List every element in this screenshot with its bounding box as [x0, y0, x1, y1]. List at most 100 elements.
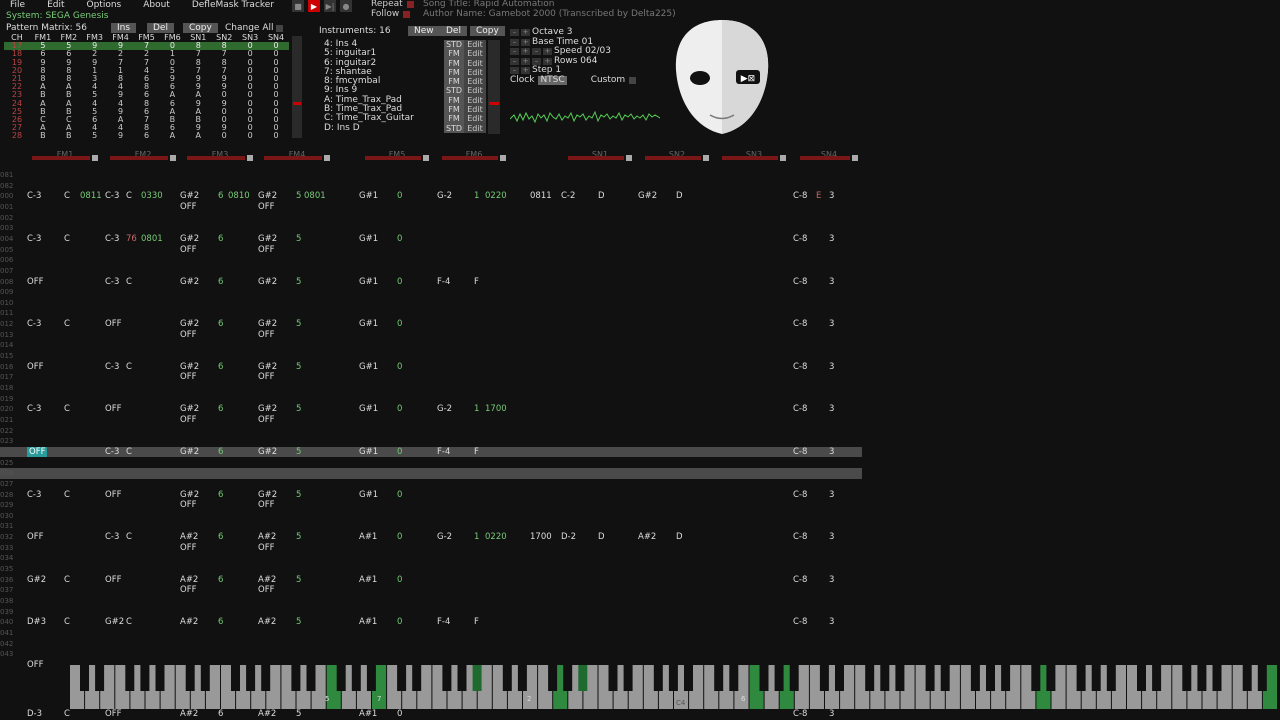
pattern-cell[interactable]: G#2 — [105, 617, 124, 628]
piano-black-key[interactable] — [835, 665, 844, 691]
pattern-cell[interactable]: A#2 — [258, 617, 276, 628]
matrix-cell[interactable]: 5 — [82, 132, 108, 140]
instrument-type-button[interactable]: FM — [444, 77, 464, 87]
pattern-cell[interactable]: E — [816, 191, 821, 202]
pattern-cell[interactable]: 6 — [218, 709, 223, 719]
piano-black-key[interactable] — [819, 665, 829, 691]
pattern-cell[interactable]: G#2 — [180, 319, 199, 330]
step-minus[interactable]: – — [510, 67, 519, 75]
piano-black-key[interactable] — [291, 665, 301, 691]
pattern-cell[interactable]: G#1 — [359, 319, 378, 330]
pattern-cell[interactable]: 3 — [829, 709, 834, 719]
pattern-cell[interactable]: C — [126, 277, 132, 288]
pattern-cell[interactable]: 3 — [829, 362, 834, 373]
pattern-cell[interactable]: G#2 — [258, 234, 277, 245]
menu-about[interactable]: About — [143, 0, 170, 10]
pattern-cell[interactable]: 1 — [474, 404, 479, 415]
piano-black-key[interactable] — [397, 665, 407, 691]
pattern-cell[interactable]: C-3 — [105, 191, 119, 202]
matrix-copy-button[interactable]: Copy — [183, 23, 218, 33]
play-button[interactable]: ▶ — [308, 0, 320, 12]
piano-black-key[interactable] — [1046, 665, 1056, 691]
pattern-cell[interactable]: C — [64, 234, 70, 245]
pattern-cell[interactable]: C-8 — [793, 709, 807, 719]
pattern-cell[interactable]: 0 — [397, 575, 402, 586]
instrument-edit-button[interactable]: Edit — [464, 67, 486, 78]
pattern-cell[interactable]: 0 — [397, 234, 402, 245]
pattern-cell[interactable]: A#2 — [258, 709, 276, 719]
pattern-cell[interactable]: C — [126, 362, 132, 373]
pattern-row[interactable]: C-3 C OFF G#2 6 G#2 5 G#1 0 C-8 3 — [0, 490, 862, 501]
piano-black-key[interactable] — [155, 665, 165, 691]
pattern-cell[interactable]: 0801 — [141, 234, 163, 245]
pattern-cell[interactable]: C-3 — [105, 277, 119, 288]
pattern-cell[interactable]: 3 — [829, 447, 834, 458]
channel-header[interactable]: FM2 — [110, 150, 176, 164]
change-all-option[interactable]: Change All — [225, 23, 284, 33]
pattern-cell[interactable]: 6 — [218, 490, 223, 501]
pattern-cell[interactable]: C-3 — [105, 447, 119, 458]
pattern-cell[interactable]: 0811 — [530, 191, 552, 202]
piano-black-key[interactable] — [140, 665, 150, 691]
pattern-row[interactable]: OFF OFF — [0, 500, 862, 511]
pattern-cell[interactable]: 0810 — [228, 191, 250, 202]
pattern-cell[interactable]: G#2 — [180, 234, 199, 245]
pattern-cell[interactable]: C-8 — [793, 191, 807, 202]
pattern-cell[interactable]: 1700 — [485, 404, 507, 415]
piano-black-key[interactable] — [457, 665, 467, 691]
instrument-edit-button[interactable]: Edit — [464, 58, 486, 68]
matrix-cell[interactable]: 9 — [108, 132, 134, 140]
piano-black-key[interactable] — [759, 665, 769, 691]
pattern-row[interactable]: C-3 C C-3 76 0801 G#2 6 G#2 5 G#1 0 C-8 3 — [0, 234, 862, 245]
pattern-cell[interactable]: A#1 — [359, 617, 377, 628]
pattern-cell[interactable]: 0220 — [485, 191, 507, 202]
pattern-cell[interactable]: 3 — [829, 532, 834, 543]
pattern-cell[interactable]: OFF — [180, 585, 196, 596]
pattern-cell[interactable]: A#2 — [180, 532, 198, 543]
pattern-cell[interactable]: A#2 — [258, 532, 276, 543]
pattern-cell[interactable]: 0 — [397, 319, 402, 330]
instrument-edit-button[interactable]: Edit — [464, 123, 486, 133]
step-plus[interactable]: + — [521, 67, 530, 75]
channel-header[interactable]: FM3 — [187, 150, 253, 164]
pattern-cell[interactable]: OFF — [180, 500, 196, 511]
instrument-edit-button[interactable]: Edit — [464, 86, 486, 96]
matrix-cell[interactable]: A — [185, 132, 211, 140]
pattern-cell[interactable]: D — [598, 191, 605, 202]
pattern-cell[interactable]: OFF — [27, 660, 43, 671]
pattern-cell[interactable]: G#2 — [638, 191, 657, 202]
pattern-row[interactable]: OFF OFF — [0, 585, 862, 596]
pattern-cell[interactable]: G#2 — [258, 447, 277, 458]
pattern-cell[interactable]: 1 — [474, 191, 479, 202]
pattern-row[interactable]: C-3 C 0811 C-3 C 0330 G#2 6 0810 G#2 5 0801 G#1 0 G-2 1… — [0, 191, 862, 202]
piano-black-key[interactable] — [502, 665, 512, 691]
channel-header[interactable]: SN3 — [722, 150, 786, 164]
follow-checkbox[interactable] — [403, 10, 411, 18]
pattern-cell[interactable]: C-3 — [27, 191, 41, 202]
pattern-cell[interactable]: OFF — [180, 330, 196, 341]
pattern-cell[interactable]: 76 — [126, 234, 137, 245]
piano-keyboard[interactable]: 5 7 2 6 C4 — [70, 665, 1280, 709]
matrix-del-button[interactable]: Del — [147, 23, 174, 33]
pattern-cell[interactable]: F-4 — [437, 447, 450, 458]
pattern-cell[interactable]: A#2 — [180, 709, 198, 719]
pattern-cell[interactable]: G#2 — [180, 404, 199, 415]
pattern-cell[interactable]: G#1 — [359, 490, 378, 501]
piano-black-key[interactable] — [789, 665, 799, 691]
pattern-cell[interactable]: 1700 — [530, 532, 552, 543]
pattern-cell[interactable]: C-8 — [793, 234, 807, 245]
instrument-type-button[interactable]: STD — [444, 123, 464, 133]
pattern-cell[interactable]: OFF — [27, 362, 43, 373]
pattern-row[interactable]: OFF OFF — [0, 202, 862, 213]
pattern-cell[interactable]: 5 — [296, 575, 301, 586]
rows-plus[interactable]: + — [521, 57, 530, 65]
pattern-cell[interactable]: F — [474, 277, 479, 288]
matrix-cell[interactable]: A — [159, 132, 185, 140]
channel-mute-toggle[interactable] — [247, 155, 253, 161]
piano-black-key[interactable] — [729, 665, 739, 691]
pattern-cell[interactable]: OFF — [105, 404, 121, 415]
instrument-new-button[interactable]: New — [408, 26, 440, 36]
pattern-cell[interactable]: 6 — [218, 362, 223, 373]
pattern-cell[interactable]: D — [676, 532, 683, 543]
instrument-del-button[interactable]: Del — [440, 26, 467, 36]
